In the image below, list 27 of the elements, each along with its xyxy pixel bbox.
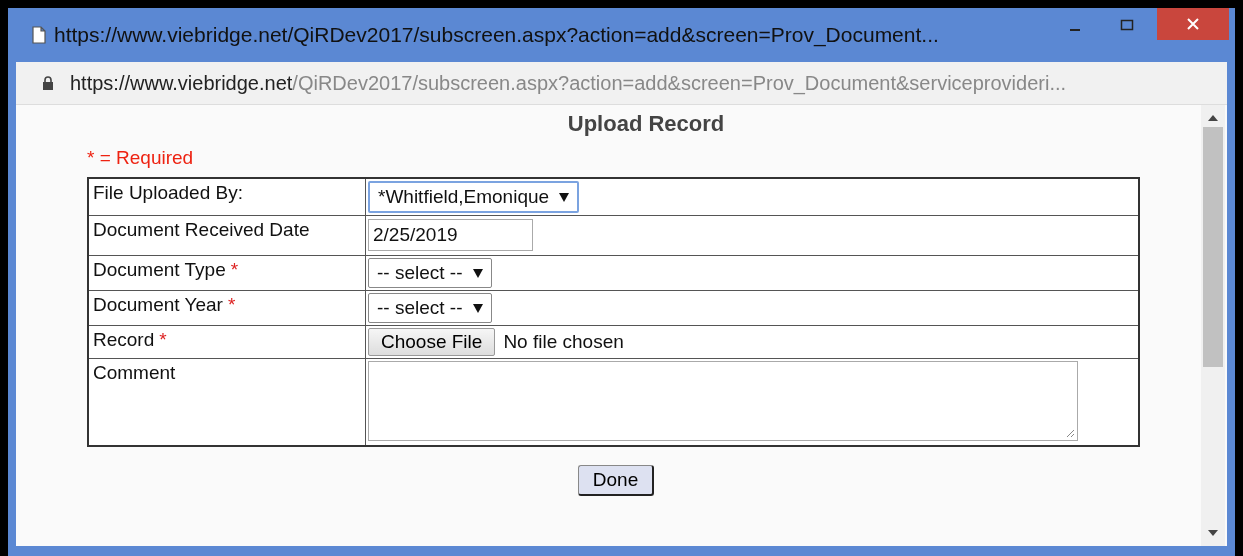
url-host: https://www.viebridge.net: [70, 71, 293, 94]
minimize-icon: [1070, 29, 1080, 31]
date-field[interactable]: 2/25/2019: [368, 219, 533, 251]
file-status: No file chosen: [503, 331, 624, 353]
done-button[interactable]: Done: [577, 465, 655, 496]
field-label: Record *: [88, 325, 366, 359]
address-bar[interactable]: https://www.viebridge.net/QiRDev2017/subscreen.aspx?action=add&screen=Prov_Document&serviceprovideri...: [16, 62, 1227, 105]
field-label: Document Type *: [88, 255, 366, 291]
choose-file-button[interactable]: Choose File: [368, 328, 496, 356]
url-path: /QiRDev2017/subscreen.aspx?action=add&screen=Prov_Document&serviceprovideri...: [292, 71, 1067, 95]
dropdown[interactable]: -- select --: [368, 293, 492, 323]
close-button[interactable]: [1157, 8, 1229, 40]
page-icon: [32, 26, 46, 44]
maximize-icon: [1120, 19, 1134, 31]
scrollbar[interactable]: [1201, 105, 1225, 546]
comment-field[interactable]: [368, 361, 1078, 441]
field-label: Document Received Date: [88, 215, 366, 256]
field-label: File Uploaded By:: [88, 178, 366, 216]
resize-grip-icon[interactable]: [1065, 428, 1075, 438]
field-label: Document Year *: [88, 290, 366, 326]
page-heading: Upload Record: [566, 111, 726, 137]
dropdown[interactable]: *Whitfield,Emonique: [368, 181, 580, 213]
dropdown[interactable]: -- select --: [368, 258, 492, 288]
lock-icon: [42, 76, 54, 90]
required-note: * = Required: [87, 147, 195, 169]
close-icon: [1186, 17, 1200, 31]
window-title: https://www.viebridge.net/QiRDev2017/subscreen.aspx?action=add&screen=Prov_Document...: [54, 23, 940, 47]
